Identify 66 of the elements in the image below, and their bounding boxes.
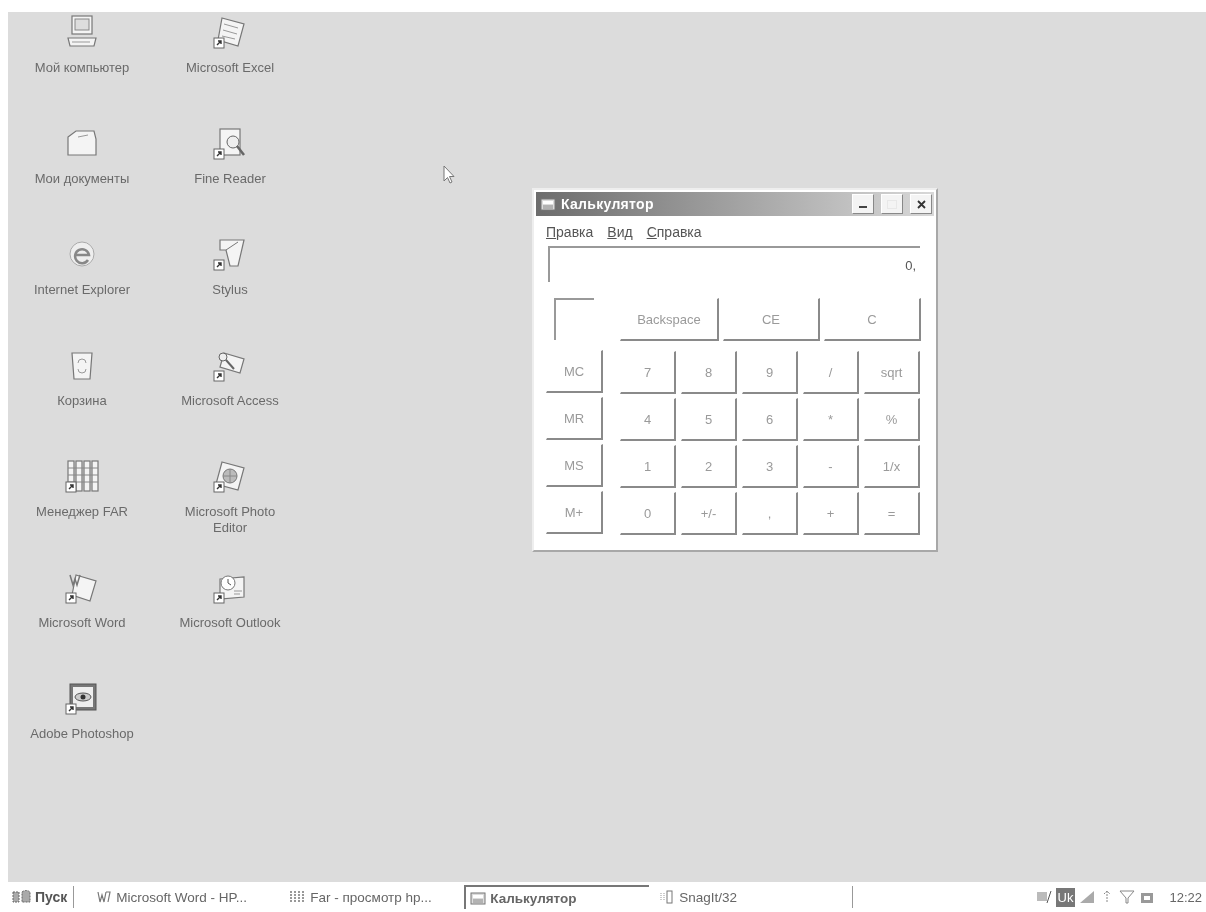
desktop-shortcut[interactable]: Microsoft Photo Editor (156, 458, 304, 569)
desktop-shortcut[interactable]: Stylus (156, 236, 304, 347)
key-button[interactable]: 4 (620, 398, 676, 441)
desktop-shortcut[interactable]: Microsoft Access (156, 347, 304, 458)
eye-icon (64, 680, 100, 716)
desktop-shortcut[interactable]: Корзина (8, 347, 156, 458)
key-button[interactable]: + (803, 492, 859, 535)
key-button[interactable]: 8 (681, 351, 737, 394)
desktop-shortcut[interactable]: Мои документы (8, 125, 156, 236)
funnel-icon (1119, 889, 1136, 905)
desktop-shortcut[interactable]: Microsoft Excel (156, 14, 304, 125)
key-button[interactable]: * (803, 398, 859, 441)
monitor-icon (1035, 889, 1052, 905)
menu-item[interactable]: Правка (546, 224, 594, 240)
picture-frame-icon (212, 458, 248, 494)
key-button[interactable]: Backspace (620, 298, 719, 341)
key-button[interactable]: 0 (620, 492, 676, 535)
key-button[interactable]: 1/x (864, 445, 920, 488)
desktop-shortcut[interactable]: Adobe Photoshop (8, 680, 156, 791)
memory-key[interactable]: M+ (546, 491, 603, 534)
grid-icon (290, 889, 307, 905)
key-button[interactable]: sqrt (864, 351, 920, 394)
minimize-button[interactable] (852, 194, 874, 214)
key-button[interactable]: 6 (742, 398, 798, 441)
key-button[interactable]: CE (723, 298, 820, 341)
close-icon (916, 199, 926, 209)
pointer-icon (443, 165, 455, 184)
key-button[interactable]: +/- (681, 492, 737, 535)
desktop-shortcut[interactable]: Fine Reader (156, 125, 304, 236)
taskbar-button[interactable]: Калькулятор (464, 885, 650, 909)
language-indicator[interactable]: Uk (1055, 887, 1076, 907)
key-button[interactable]: % (864, 398, 920, 441)
close-button[interactable] (910, 194, 932, 214)
key-button[interactable]: / (803, 351, 859, 394)
key-button[interactable]: , (742, 492, 798, 535)
clock: 12:22 (1169, 889, 1202, 905)
key-button[interactable]: 2 (681, 445, 737, 488)
key-button[interactable]: 9 (742, 351, 798, 394)
display-field: 0, (548, 246, 920, 282)
desktop-shortcut[interactable]: Internet Explorer (8, 236, 156, 347)
window-title: Калькулятор (561, 196, 655, 212)
magnifier-icon (212, 125, 248, 161)
maximize-button[interactable] (881, 194, 903, 214)
menu-item[interactable]: Справка (646, 224, 702, 240)
calculator-icon (540, 196, 556, 212)
memory-key[interactable]: MS (546, 444, 603, 487)
key-button[interactable]: 3 (742, 445, 798, 488)
memory-key[interactable]: MC (546, 350, 603, 393)
desktop-shortcut[interactable]: Мой компьютер (8, 14, 156, 125)
key-button[interactable]: 5 (681, 398, 737, 441)
key-button[interactable]: C (824, 298, 921, 341)
desktop-shortcut[interactable]: Менеджер FAR (8, 458, 156, 569)
memory-indicator (554, 298, 594, 340)
key-button[interactable]: 1 (620, 445, 676, 488)
document-icon (96, 889, 113, 905)
memory-key[interactable]: MR (546, 397, 603, 440)
key-button[interactable]: 7 (620, 351, 676, 394)
spreadsheet-icon (212, 14, 248, 50)
menu-item[interactable]: Вид (607, 224, 633, 240)
key-button[interactable]: - (803, 445, 859, 488)
bookcase-icon (64, 458, 100, 494)
calculator-icon (470, 890, 487, 906)
start-button[interactable]: Пуск (10, 889, 74, 905)
desktop-shortcut[interactable]: Microsoft Outlook (156, 569, 304, 680)
key-button[interactable]: = (864, 492, 920, 535)
desktop-shortcut[interactable]: Microsoft Word (8, 569, 156, 680)
